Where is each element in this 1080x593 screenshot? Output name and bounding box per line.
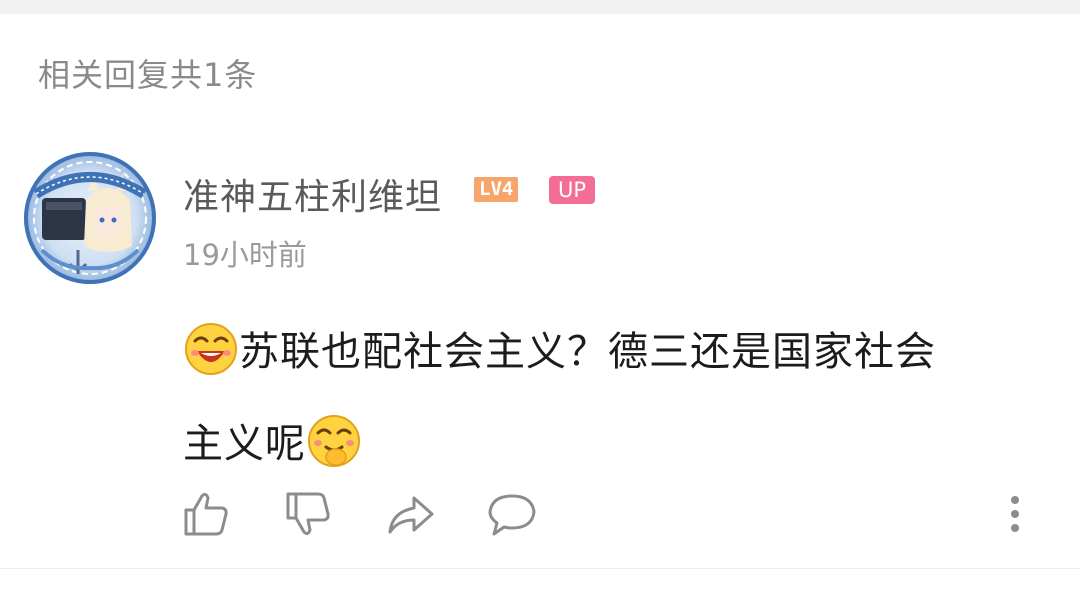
- bottom-divider: [0, 568, 1080, 593]
- laughing-emoji-icon: [185, 323, 237, 375]
- share-icon: [388, 496, 434, 534]
- reply-button[interactable]: [486, 488, 538, 540]
- comment-text: 苏联也配社会主义？德三还是国家社会 主义呢: [183, 306, 1043, 490]
- avatar[interactable]: [22, 150, 158, 286]
- thumbs-up-icon: [184, 492, 228, 536]
- comment-line-2: 主义呢: [183, 398, 1043, 490]
- comment-line-1: 苏联也配社会主义？德三还是国家社会: [183, 306, 1043, 398]
- level-badge: LV4: [474, 177, 519, 202]
- thumbs-down-icon: [286, 492, 330, 536]
- comment-author[interactable]: 准神五柱利维坦: [183, 168, 442, 220]
- replies-count-title: 相关回复共1条: [38, 56, 258, 94]
- top-divider: [0, 0, 1080, 14]
- dislike-button[interactable]: [282, 488, 334, 540]
- comment-time: 19小时前: [183, 238, 307, 272]
- more-vertical-icon: [1011, 496, 1019, 532]
- anime-avatar-icon: [24, 152, 156, 284]
- up-badge: UP: [549, 176, 596, 204]
- comment-bubble-icon: [488, 494, 536, 536]
- more-options-button[interactable]: [1000, 492, 1030, 538]
- like-button[interactable]: [180, 488, 232, 540]
- snicker-emoji-icon: [308, 415, 360, 467]
- share-button[interactable]: [384, 488, 436, 540]
